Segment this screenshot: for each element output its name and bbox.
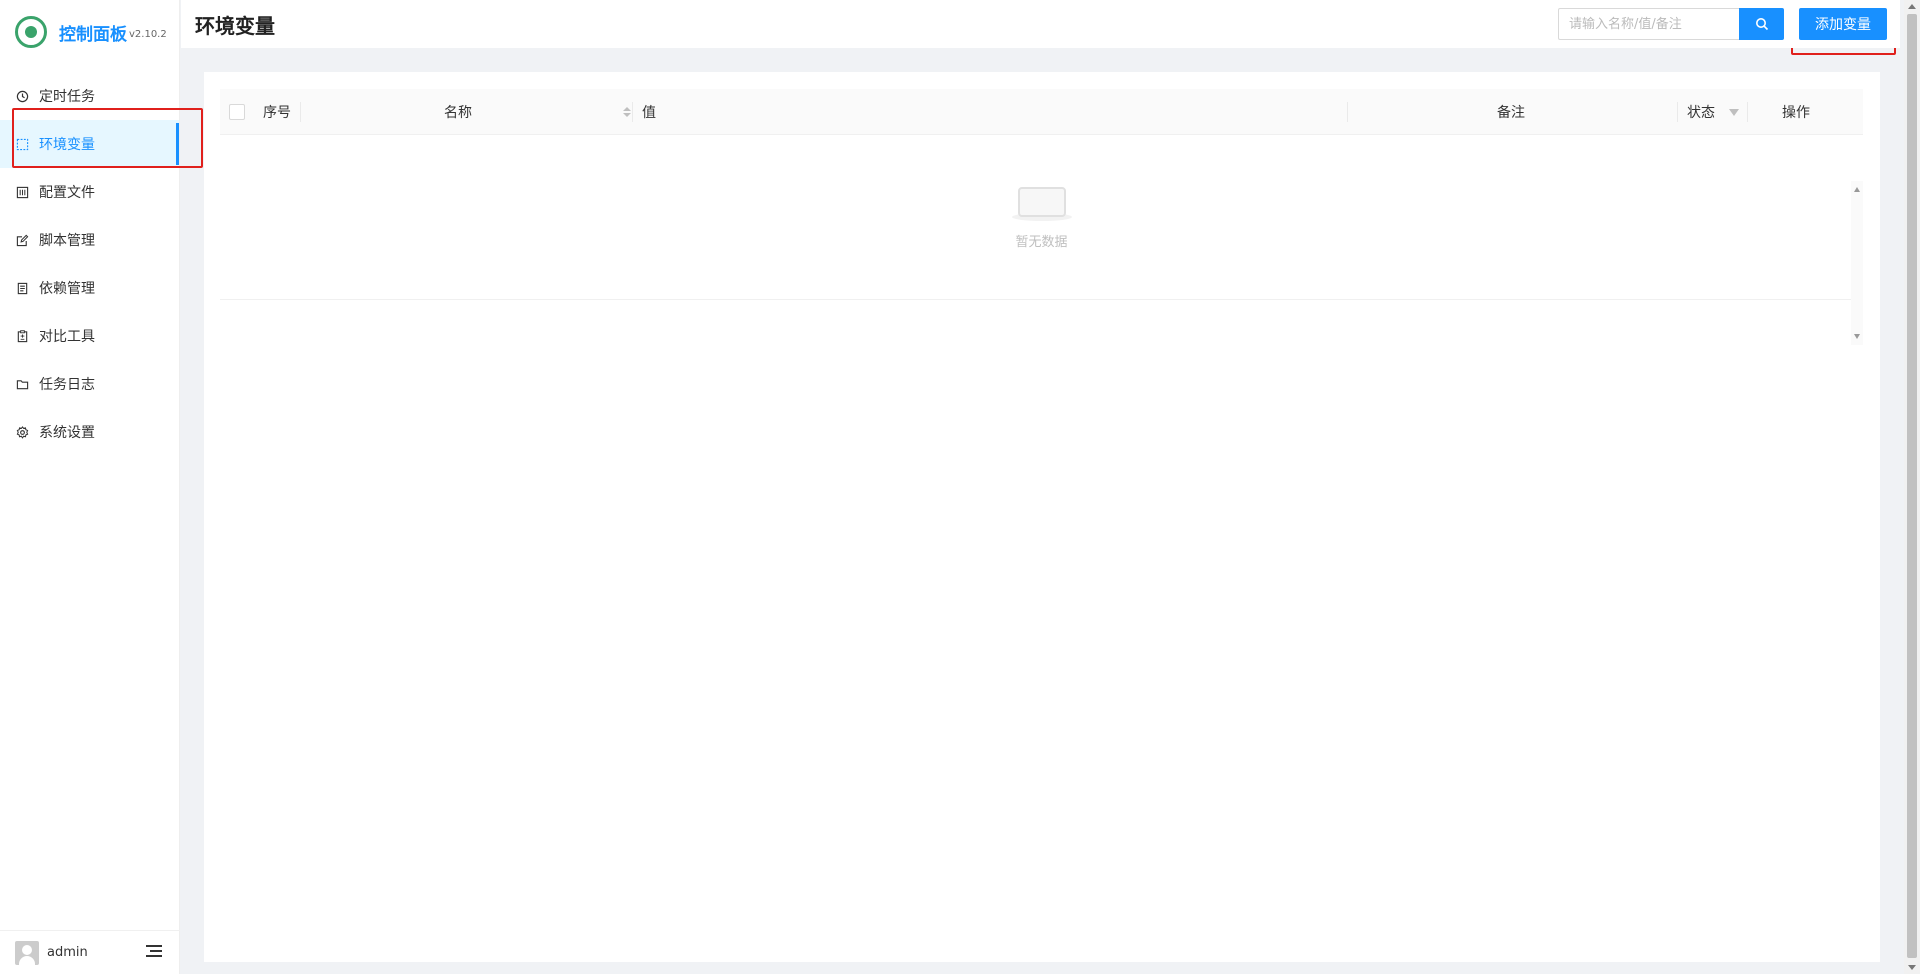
- table-body: 暂无数据: [220, 135, 1863, 345]
- sidebar-menu: 定时任务 环境变量 配置文件 脚本管理 依赖管理 对比工具 任务日志 系统设置: [0, 72, 179, 456]
- column-name[interactable]: 名称: [444, 89, 644, 135]
- empty-inbox-icon: [1010, 181, 1074, 221]
- logo-icon: [15, 16, 47, 48]
- sidebar-item-dependencies[interactable]: 依赖管理: [0, 264, 179, 312]
- brand-title: 控制面板: [59, 24, 127, 45]
- sidebar: 控制面板 v2.10.2 定时任务 环境变量 配置文件 脚本管理 依赖管理 对比…: [0, 0, 180, 974]
- sidebar-item-logs[interactable]: 任务日志: [0, 360, 179, 408]
- clock-icon: [15, 89, 29, 103]
- page-header: 环境变量 添加变量: [181, 0, 1900, 48]
- sidebar-item-label: 依赖管理: [39, 281, 95, 297]
- page-title: 环境变量: [195, 13, 275, 38]
- sidebar-item-diff[interactable]: 对比工具: [0, 312, 179, 360]
- folder-icon: [15, 377, 29, 391]
- sidebar-item-label: 脚本管理: [39, 233, 95, 249]
- sidebar-item-settings[interactable]: 系统设置: [0, 408, 179, 456]
- sidebar-item-env[interactable]: 环境变量: [0, 120, 179, 168]
- sidebar-item-scripts[interactable]: 脚本管理: [0, 216, 179, 264]
- column-label: 状态: [1687, 105, 1715, 121]
- filter-icon[interactable]: [1729, 89, 1739, 135]
- select-all-checkbox[interactable]: [229, 104, 245, 120]
- table-scrollbar[interactable]: [1851, 181, 1863, 345]
- table-header: 序号 名称 值 备注 状态 操作: [220, 89, 1863, 135]
- sidebar-item-crontab[interactable]: 定时任务: [0, 72, 179, 120]
- gear-icon: [15, 425, 29, 439]
- username: admin: [47, 945, 88, 960]
- diff-icon: [15, 329, 29, 343]
- column-status: 状态: [1687, 89, 1715, 135]
- column-value: 值: [642, 89, 656, 135]
- sidebar-item-label: 配置文件: [39, 185, 95, 201]
- sidebar-item-label: 对比工具: [39, 329, 95, 345]
- column-label: 名称: [444, 105, 472, 121]
- select-all-checkbox-cell: [229, 89, 245, 135]
- add-variable-button[interactable]: 添加变量: [1799, 8, 1887, 40]
- search-input[interactable]: [1558, 8, 1739, 40]
- search-bar: [1558, 8, 1784, 40]
- column-label: 值: [642, 105, 656, 121]
- brand: 控制面板 v2.10.2: [0, 0, 179, 64]
- column-index: 序号: [263, 89, 291, 135]
- column-remarks: 备注: [1497, 89, 1525, 135]
- empty-state: 暂无数据: [220, 181, 1863, 250]
- config-icon: [15, 185, 29, 199]
- column-label: 序号: [263, 105, 291, 121]
- menu-collapse-icon[interactable]: [146, 945, 162, 959]
- sidebar-item-label: 定时任务: [39, 89, 95, 105]
- package-icon: [15, 281, 29, 295]
- column-actions: 操作: [1782, 89, 1810, 135]
- variable-icon: [15, 137, 29, 151]
- sort-icon[interactable]: [617, 89, 631, 135]
- sidebar-item-config[interactable]: 配置文件: [0, 168, 179, 216]
- user-footer: admin: [0, 930, 180, 974]
- search-icon: [1755, 18, 1768, 31]
- main-content: 序号 名称 值 备注 状态 操作 暂无数据: [204, 72, 1880, 962]
- column-label: 操作: [1782, 105, 1810, 121]
- sidebar-item-label: 环境变量: [39, 137, 95, 153]
- column-label: 备注: [1497, 105, 1525, 121]
- empty-text: 暂无数据: [1015, 235, 1068, 250]
- page-scrollbar[interactable]: [1904, 0, 1920, 974]
- sidebar-item-label: 任务日志: [39, 377, 95, 393]
- edit-icon: [15, 233, 29, 247]
- avatar[interactable]: [15, 940, 39, 965]
- sidebar-item-label: 系统设置: [39, 425, 95, 441]
- env-table: 序号 名称 值 备注 状态 操作 暂无数据: [220, 89, 1863, 345]
- scrollbar-thumb[interactable]: [1907, 14, 1917, 958]
- version-label: v2.10.2: [129, 28, 167, 40]
- search-button[interactable]: [1739, 8, 1784, 40]
